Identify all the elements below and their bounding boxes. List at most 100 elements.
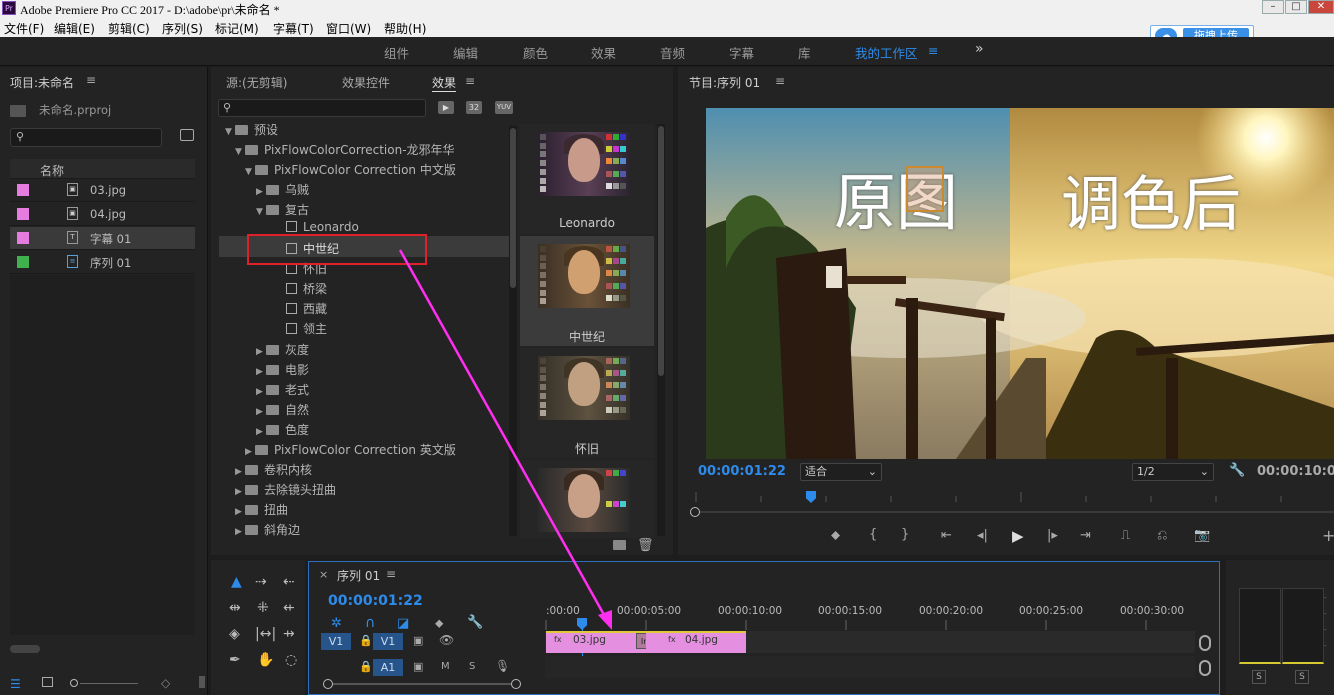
snap-in-nest-icon[interactable]: ✲	[331, 616, 342, 631]
tree-folder-presets[interactable]: ▼ 预设	[225, 121, 278, 138]
v1-track-target[interactable]: V1	[373, 633, 403, 650]
tab-effects[interactable]: 效果	[432, 74, 457, 92]
step-back-icon[interactable]: ◂|	[977, 528, 988, 543]
tree-preset-bridge[interactable]: 桥梁	[276, 280, 327, 297]
new-bin-icon[interactable]	[613, 540, 626, 550]
ripple-edit-tool-icon[interactable]: ⇹	[229, 600, 241, 616]
pen-tool-icon[interactable]: ✒	[229, 652, 241, 668]
menu-file[interactable]: 文件(F)	[4, 20, 44, 37]
menu-help[interactable]: 帮助(H)	[384, 20, 426, 37]
step-forward-icon[interactable]: |▸	[1047, 528, 1058, 543]
rolling-edit-tool-icon[interactable]: ⁜	[257, 600, 269, 616]
thumb-leonardo[interactable]: Leonardo	[520, 124, 654, 234]
lock-icon[interactable]: 🔒	[359, 660, 373, 673]
extract-icon[interactable]: ⎌	[1157, 528, 1167, 543]
tree-preset-leonardo[interactable]: Leonardo	[276, 220, 359, 234]
effects-menu-icon[interactable]: ≡	[465, 74, 475, 88]
menu-edit[interactable]: 编辑(E)	[54, 20, 95, 37]
menu-clip[interactable]: 剪辑(C)	[108, 20, 150, 37]
chevron-right-icon[interactable]: ▶	[256, 187, 266, 197]
workspace-tab-color[interactable]: 颜色	[523, 43, 548, 62]
thumbs-scrollbar[interactable]	[657, 124, 665, 536]
mark-in-icon[interactable]: {	[869, 527, 877, 542]
timeline-zoom-handle-left[interactable]	[323, 679, 333, 689]
chevron-right-icon[interactable]: ▶	[245, 447, 255, 457]
thumb-bridge[interactable]	[520, 460, 654, 538]
lock-icon[interactable]: 🔒	[359, 634, 373, 647]
chevron-down-icon[interactable]: ▼	[256, 207, 266, 217]
chevron-right-icon[interactable]: ▶	[235, 527, 245, 537]
icon-view-icon[interactable]	[42, 677, 53, 687]
tree-folder-movie[interactable]: ▶ 电影	[256, 361, 309, 378]
tree-preset-lord[interactable]: 领主	[276, 320, 327, 337]
tree-folder-bevel[interactable]: ▶ 斜角边	[235, 521, 300, 538]
go-to-in-icon[interactable]: ⇤	[941, 528, 952, 543]
chevron-right-icon[interactable]: ▶	[256, 347, 266, 357]
zoom-slider-handle[interactable]	[70, 679, 78, 687]
tree-folder-pixflow-en[interactable]: ▶ PixFlowColor Correction 英文版	[245, 441, 456, 458]
tree-folder-nature[interactable]: ▶ 自然	[256, 401, 309, 418]
snap-icon[interactable]: ∩	[365, 615, 375, 631]
thumb-medieval[interactable]: 中世纪	[520, 236, 654, 346]
yuv-effects-icon[interactable]: YUV	[495, 101, 513, 114]
chevron-right-icon[interactable]: ▶	[235, 507, 245, 517]
tree-folder-retro[interactable]: ▼ 复古	[256, 201, 309, 218]
zoom-slider-track[interactable]	[80, 683, 138, 684]
a1-scroll-handle[interactable]	[1199, 660, 1211, 676]
thumbs-scrollbar-thumb[interactable]	[658, 126, 664, 376]
selection-tool-icon[interactable]: ▲	[231, 574, 242, 590]
find-icon[interactable]	[180, 129, 194, 141]
rate-stretch-tool-icon[interactable]: ⇷	[283, 600, 295, 616]
fit-dropdown[interactable]: 适合 ⌄	[800, 463, 882, 481]
chevron-down-icon[interactable]: ▼	[245, 167, 255, 177]
solo-left-button[interactable]: S	[1252, 670, 1266, 684]
timeline-zoom-handle-right[interactable]	[511, 679, 521, 689]
tree-folder-pixflow[interactable]: ▼ PixFlowColorCorrection-龙邪年华	[235, 141, 455, 158]
timeline-settings-icon[interactable]: 🔧	[467, 615, 483, 630]
mute-button[interactable]: M	[441, 661, 450, 672]
tree-scrollbar-thumb[interactable]	[510, 128, 516, 288]
label-color-swatch[interactable]	[17, 232, 29, 244]
workspace-tab-editing[interactable]: 编辑	[453, 43, 478, 62]
track-select-tool-icon[interactable]: ⇢	[255, 574, 267, 590]
sync-lock-icon[interactable]: ▣	[413, 634, 423, 647]
a1-track-target[interactable]: A1	[373, 659, 403, 676]
slide-tool-icon[interactable]: ⇸	[283, 626, 295, 642]
project-column-header[interactable]: 名称	[10, 159, 195, 179]
linked-selection-icon[interactable]: ◪	[397, 616, 409, 631]
program-zoom-handle-left[interactable]	[690, 507, 700, 517]
timeline-timecode[interactable]: 00:00:01:22	[328, 593, 423, 609]
hand-tool-icon[interactable]: ✋	[257, 652, 274, 668]
sequence-tab[interactable]: 序列 01	[337, 567, 380, 584]
timeline-menu-icon[interactable]: ≡	[386, 567, 396, 581]
close-icon[interactable]: ✕	[1308, 0, 1334, 14]
tree-preset-tibet[interactable]: 西藏	[276, 300, 327, 317]
clip-04jpg[interactable]: fx 04.jpg	[646, 631, 746, 653]
tree-folder-cuttlefish[interactable]: ▶ 乌贼	[256, 181, 309, 198]
chevron-right-icon[interactable]: ▶	[256, 407, 266, 417]
menu-sequence[interactable]: 序列(S)	[162, 20, 203, 37]
tree-folder-lens-distortion[interactable]: ▶ 去除镜头扭曲	[235, 481, 336, 498]
project-item-03jpg[interactable]: ▣ 03.jpg	[10, 179, 195, 202]
solo-right-button[interactable]: S	[1295, 670, 1309, 684]
menu-window[interactable]: 窗口(W)	[326, 20, 371, 37]
sync-lock-icon[interactable]: ▣	[413, 660, 423, 673]
list-view-icon[interactable]: ☰	[10, 677, 21, 691]
lift-icon[interactable]: ⎍	[1121, 528, 1130, 543]
chevron-right-icon[interactable]: ▶	[256, 427, 266, 437]
tab-effect-controls[interactable]: 效果控件	[342, 74, 390, 91]
export-frame-icon[interactable]: 📷	[1194, 528, 1210, 543]
workspace-tab-titles[interactable]: 字幕	[729, 43, 754, 62]
track-select-backward-icon[interactable]: ⇠	[283, 574, 295, 590]
chevron-right-icon[interactable]: ▶	[256, 367, 266, 377]
label-color-swatch[interactable]	[17, 256, 29, 268]
button-editor-icon[interactable]: +	[1322, 526, 1334, 545]
eye-icon[interactable]: 👁	[439, 633, 454, 647]
thumb-nostalgia[interactable]: 怀旧	[520, 348, 654, 458]
solo-button[interactable]: S	[469, 661, 475, 672]
workspace-tab-assembly[interactable]: 组件	[384, 43, 409, 62]
workspace-tab-libraries[interactable]: 库	[798, 43, 811, 62]
trash-icon[interactable]: 🗑	[637, 538, 654, 553]
resolution-dropdown[interactable]: 1/2 ⌄	[1132, 463, 1214, 481]
project-menu-icon[interactable]: ≡	[86, 73, 96, 87]
